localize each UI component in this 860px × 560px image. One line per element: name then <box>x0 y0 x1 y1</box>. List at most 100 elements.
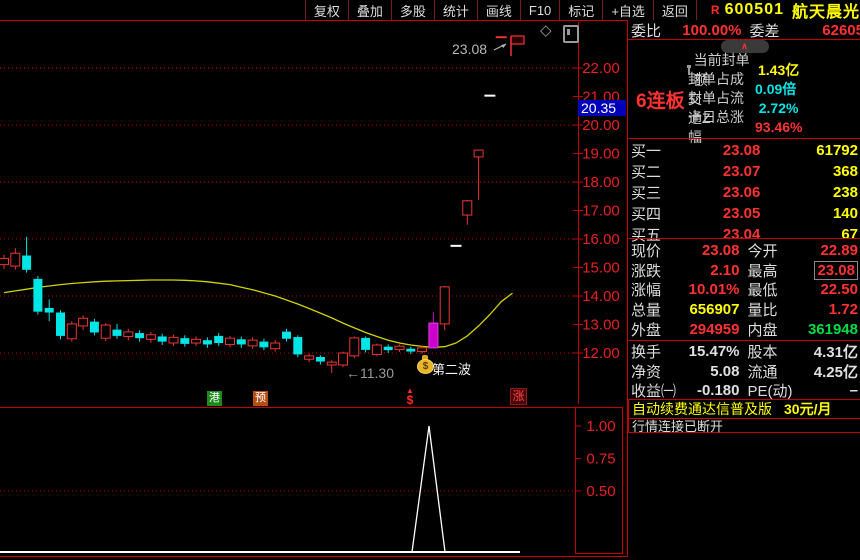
bid-row-3: 买三 23.06 238 <box>628 182 860 203</box>
dollar-icon: $ <box>406 393 414 407</box>
detail-label: 流通 <box>747 363 778 381</box>
menu-item-6[interactable]: 标记 <box>559 0 602 20</box>
detail-label: 股本 <box>747 344 778 362</box>
menu-item-5[interactable]: F10 <box>519 0 559 20</box>
detail-label: 外盘 <box>631 321 662 339</box>
detail-label: 净资 <box>631 363 662 381</box>
menu-item-0[interactable]: 复权 <box>304 0 348 20</box>
detail-label: 内盘 <box>747 321 778 339</box>
diamond-marker-icon[interactable]: ◇ <box>540 23 552 39</box>
price-axis-label: 19.00 <box>582 146 620 163</box>
menu-item-8[interactable]: 返回 <box>652 0 697 20</box>
bid-price[interactable]: 23.07 <box>679 163 761 180</box>
detail-value: 4.25亿 <box>813 363 858 381</box>
connection-status-banner: 行情连接已断开 <box>628 418 860 434</box>
detail-row-2: 收益㈠ -0.180 PE(动) – <box>628 381 860 401</box>
price-axis-label: 13.00 <box>582 317 620 334</box>
bid-label: 买二 <box>631 164 662 181</box>
detail-label: 总量 <box>631 302 662 320</box>
detail-row-0: 现价 23.08 今开 22.89 <box>628 241 860 261</box>
bid-row-2: 买二 23.07 368 <box>628 161 860 182</box>
indicator-axis-label: 0.50 <box>586 483 615 500</box>
detail-value: 22.89 <box>820 242 858 260</box>
detail-row-3: 总量 656907 量比 1.72 <box>628 300 860 320</box>
bid-label: 买四 <box>631 206 662 223</box>
menu-item-1[interactable]: 叠加 <box>347 0 391 20</box>
r-flag-badge: R <box>710 3 720 17</box>
banner-price: 30元/月 <box>784 401 832 417</box>
detail-value: 10.01% <box>688 281 740 299</box>
info-value: 1.43亿 <box>758 61 800 78</box>
detail-label: 量比 <box>747 302 778 320</box>
detail-value: 361948 <box>807 320 858 338</box>
weicha-value: 62605 <box>822 22 860 39</box>
indicator-axis-label: 0.75 <box>586 451 615 468</box>
menu-item-3[interactable]: 统计 <box>433 0 477 20</box>
info-value: 2.72% <box>758 99 799 116</box>
detail-value: 23.08 <box>701 242 740 260</box>
weibi-value: 100.00% <box>682 22 742 39</box>
status-text: 行情连接已断开 <box>632 419 724 434</box>
stock-name: 航天晨光 <box>791 4 860 21</box>
detail-label: 今开 <box>747 243 778 261</box>
market-badge-1[interactable]: 预 <box>253 391 268 406</box>
notes-page-icon[interactable] <box>563 25 579 43</box>
bid-row-1: 买一 23.08 61792 <box>628 140 860 161</box>
top-menu-bar: 复权 叠加 多股 统计 画线 F10 标记 +自选 返回 R 600501 航天晨光 <box>0 0 860 21</box>
bid-volume: 61792 <box>816 142 858 159</box>
detail-value: 15.47% <box>688 343 740 361</box>
detail-label: 换手 <box>631 344 662 362</box>
weibi-label: 委比 <box>631 23 662 40</box>
bid-levels: 买一 23.08 61792 买二 23.07 368 买三 23.06 238 买四 23.05 1… <box>628 140 860 244</box>
detail-value: 2.10 <box>710 261 740 279</box>
detail-value: – <box>849 382 858 400</box>
menu-item-2[interactable]: 多股 <box>390 0 434 20</box>
buy-signal-icon[interactable]: ▲ $ <box>403 387 417 407</box>
bid-row-4: 买四 23.05 140 <box>628 203 860 224</box>
divider <box>628 238 860 239</box>
detail-value: 4.31亿 <box>813 344 858 362</box>
menu-items: 复权 叠加 多股 统计 画线 F10 标记 +自选 返回 <box>304 0 697 20</box>
bid-price[interactable]: 23.08 <box>679 142 761 159</box>
weicha-label: 委差 <box>749 23 780 40</box>
seal-info-block: 当前封单额 1.43亿 封单占成交 0.09倍 封单占流通Z 2.72% 十日总涨幅 93.4… <box>687 52 823 145</box>
detail-row-1: 涨跌 2.10 最高 23.08 <box>628 260 860 281</box>
price-tag: 20.35 <box>581 100 616 116</box>
detail-row-2: 涨幅 10.01% 最低 22.50 <box>628 280 860 300</box>
detail-row-0: 换手 15.47% 股本 4.31亿 <box>628 342 860 362</box>
stock-code: 600501 <box>724 1 784 18</box>
limit-up-stamp-icon[interactable]: 涨 <box>510 388 527 405</box>
detail-value: 23.08 <box>814 260 858 280</box>
quote-panel: 委比 100.00% 委差 62605 ∧ 6连板 当前封单额 1.43亿 封单占成… <box>627 20 860 557</box>
signal-label: 第二波 <box>432 362 472 377</box>
price-axis-label: 20.00 <box>582 117 620 134</box>
bid-label: 买三 <box>631 185 662 202</box>
detail-value: -0.180 <box>696 382 740 400</box>
money-bag-icon: $ <box>417 355 434 374</box>
price-axis-label: 22.00 <box>582 60 620 77</box>
price-axis-label: 18.00 <box>582 174 620 191</box>
bid-price[interactable]: 23.06 <box>679 184 761 201</box>
detail-label: 涨幅 <box>631 282 662 300</box>
consecutive-limit-badge: 6连板 <box>636 91 685 112</box>
menu-item-4[interactable]: 画线 <box>476 0 520 20</box>
stock-title: R 600501 航天晨光 <box>710 0 860 21</box>
detail-value: 5.08 <box>710 362 740 380</box>
menu-item-7[interactable]: +自选 <box>602 0 653 20</box>
detail-label: 最高 <box>747 262 778 280</box>
detail-value: 294959 <box>689 320 740 338</box>
market-badge-0[interactable]: 港 <box>207 391 222 406</box>
price-axis-label: 15.00 <box>582 260 620 277</box>
bid-price[interactable]: 23.05 <box>679 205 761 222</box>
detail-label: 涨跌 <box>631 262 662 280</box>
price-axis-label: 16.00 <box>582 231 620 248</box>
detail-value: 656907 <box>689 301 740 319</box>
detail-label: 现价 <box>631 243 662 261</box>
menu-spacer <box>0 0 305 20</box>
price-axis-label: 12.00 <box>582 345 620 362</box>
bid-label: 买一 <box>631 143 662 160</box>
price-axis-label: 17.00 <box>582 203 620 220</box>
info-value: 93.46% <box>755 118 803 135</box>
detail-value: 1.72 <box>828 301 858 319</box>
divider <box>628 138 860 139</box>
